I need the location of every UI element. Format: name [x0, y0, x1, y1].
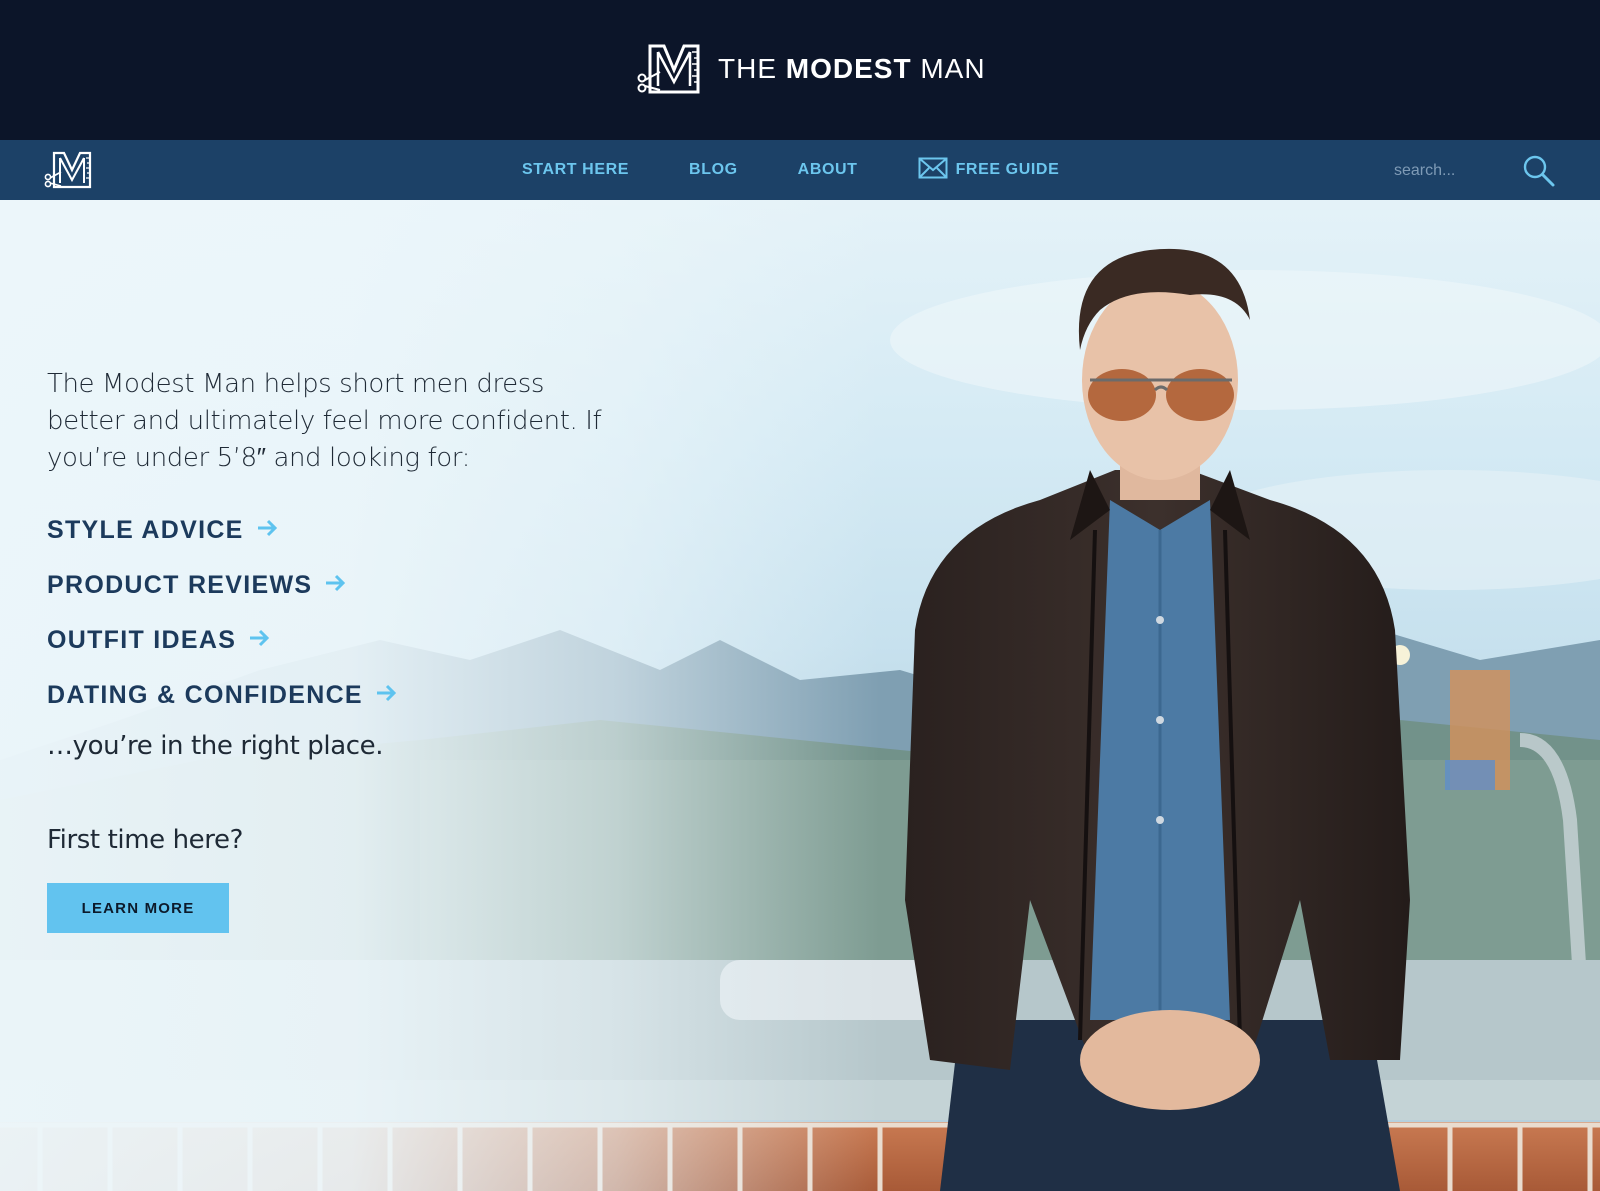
search-icon[interactable] [1522, 154, 1556, 188]
envelope-icon [918, 157, 948, 184]
topic-style-advice-link[interactable]: STYLE ADVICE [47, 503, 607, 558]
brand-word-the: THE [718, 53, 786, 84]
learn-more-button[interactable]: LEARN MORE [47, 883, 229, 933]
topic-outfit-ideas-link[interactable]: OUTFIT IDEAS [47, 613, 607, 668]
modest-man-small-logo-icon [44, 151, 96, 194]
nav-logo-home-link[interactable] [44, 150, 96, 195]
nav-start-here[interactable]: START HERE [522, 161, 629, 179]
first-time-prompt: First time here? [47, 825, 243, 855]
nav-free-guide-label: FREE GUIDE [955, 161, 1060, 178]
nav-blog[interactable]: BLOG [689, 161, 738, 179]
topic-product-reviews-link[interactable]: PRODUCT REVIEWS [47, 558, 607, 613]
topic-label: DATING & CONFIDENCE [47, 681, 363, 709]
brand-word-modest: MODEST [785, 53, 912, 84]
topic-label: STYLE ADVICE [47, 516, 244, 544]
arrow-right-icon [324, 571, 346, 600]
brand-home-link[interactable]: THE MODEST MAN [636, 42, 986, 96]
nav-about[interactable]: ABOUT [798, 161, 858, 179]
hero-section: The Modest Man helps short men dress bet… [0, 200, 1600, 1191]
topic-dating-confidence-link[interactable]: DATING & CONFIDENCE [47, 668, 607, 723]
main-nav: START HERE BLOG ABOUT FREE GUIDE [0, 140, 1600, 200]
brand-word-man: MAN [911, 53, 986, 84]
site-header: THE MODEST MAN [0, 0, 1600, 140]
brand-wordmark: THE MODEST MAN [718, 53, 986, 85]
nav-links: START HERE BLOG ABOUT FREE GUIDE [522, 140, 1059, 200]
topic-list: STYLE ADVICE PRODUCT REVIEWS OUTFIT IDEA… [47, 503, 607, 723]
search-input[interactable] [1392, 154, 1516, 188]
arrow-right-icon [375, 681, 397, 710]
topic-label: PRODUCT REVIEWS [47, 571, 313, 599]
arrow-right-icon [256, 516, 278, 545]
topic-label: OUTFIT IDEAS [47, 626, 237, 654]
hero-content: The Modest Man helps short men dress bet… [47, 366, 607, 933]
hero-closing-text: …you’re in the right place. [47, 731, 384, 761]
nav-free-guide[interactable]: FREE GUIDE [918, 157, 1060, 184]
hero-intro-text: The Modest Man helps short men dress bet… [47, 369, 602, 473]
arrow-right-icon [248, 626, 270, 655]
modest-man-logo-icon [636, 42, 704, 96]
